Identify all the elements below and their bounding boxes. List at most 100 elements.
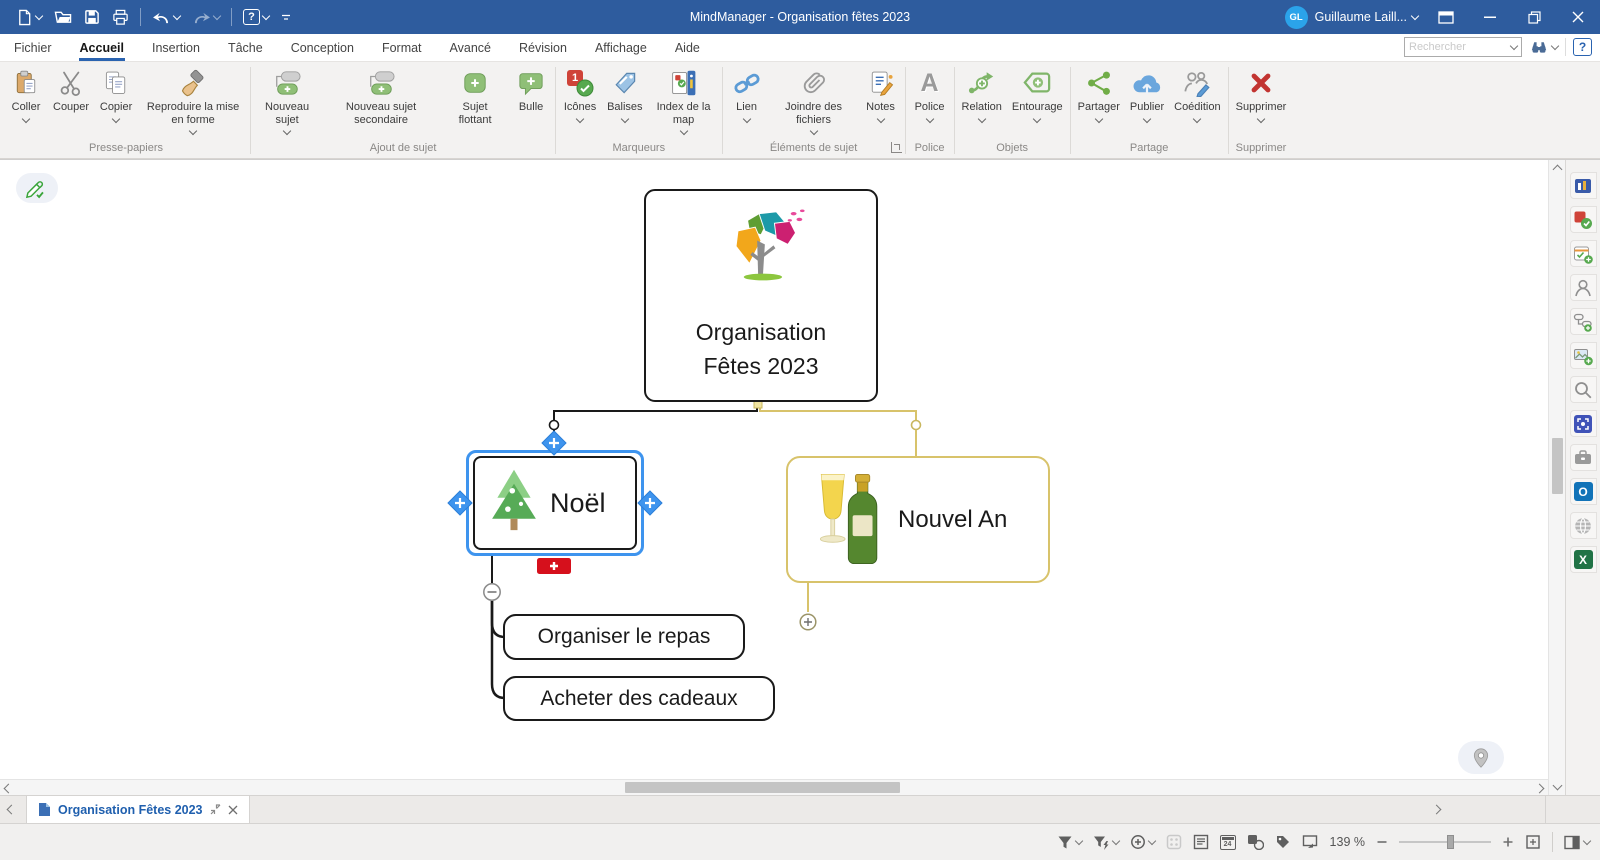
help-button-ribbon[interactable]: ? [1573,38,1592,56]
chevron-down-icon[interactable] [1510,42,1518,50]
sidebar-icon-markers-button[interactable] [1570,206,1597,233]
ribbon-display-button[interactable] [1424,0,1468,34]
partager-button[interactable]: Partager [1073,63,1125,122]
balance-map-button[interactable] [1166,834,1182,850]
minimize-button[interactable] [1468,0,1512,34]
publier-button[interactable]: Publier [1125,63,1169,122]
balises-button[interactable]: Balises [602,63,647,122]
coller-button[interactable]: Coller [4,63,48,122]
tab-accueil[interactable]: Accueil [66,34,138,61]
scroll-down-arrow[interactable] [1553,781,1563,791]
tab-format[interactable]: Format [368,34,436,61]
tab-affichage[interactable]: Affichage [581,34,661,61]
new-document-button[interactable] [10,4,48,30]
sidebar-outlook-button[interactable]: O [1570,478,1597,505]
horizontal-scrollbar[interactable] [0,779,1548,795]
police-button[interactable]: A Police [908,63,952,122]
find-button[interactable] [1529,39,1558,55]
tab-conception[interactable]: Conception [277,34,368,61]
tab-tache[interactable]: Tâche [214,34,277,61]
tab-aide[interactable]: Aide [661,34,714,61]
icons-view-button[interactable] [1247,834,1264,850]
map-position-button[interactable] [1458,741,1504,774]
close-button[interactable] [1556,0,1600,34]
add-topic-handle-top[interactable] [541,430,567,456]
tab-fichier[interactable]: Fichier [0,34,66,61]
entourage-button[interactable]: Entourage [1007,63,1068,122]
zoom-slider[interactable] [1399,841,1491,843]
subtopic-acheter-des-cadeaux[interactable]: Acheter des cadeaux [503,676,775,721]
open-button[interactable] [48,4,78,30]
sidebar-task-info-button[interactable] [1570,240,1597,267]
redo-button[interactable] [186,4,226,30]
close-tab-icon[interactable] [228,805,238,815]
scroll-up-arrow[interactable] [1553,165,1563,175]
zoom-out-button[interactable] [1376,836,1388,848]
sidebar-map-index-button[interactable] [1570,172,1597,199]
couper-button[interactable]: Couper [48,63,94,114]
sujet-flottant-button[interactable]: Sujet flottant [441,63,509,126]
account-menu[interactable]: GL Guillaume Laill... [1279,6,1424,29]
joindre-des-fichiers-button[interactable]: Joindre des fichiers [769,63,859,134]
add-topic-handle-right[interactable] [637,490,663,516]
vertical-scrollbar[interactable] [1548,160,1565,795]
slides-view-button[interactable] [1302,834,1319,850]
scroll-right-arrow[interactable] [1535,784,1545,794]
filter-button[interactable] [1057,835,1082,850]
customize-toolbar-button[interactable] [275,4,297,30]
tags-view-button[interactable] [1275,834,1291,850]
sidebar-snapshot-button[interactable] [1570,410,1597,437]
tab-insertion[interactable]: Insertion [138,34,214,61]
save-button[interactable] [78,4,106,30]
tab-revision[interactable]: Révision [505,34,581,61]
add-subtopic-button[interactable] [537,558,571,574]
edit-mode-indicator[interactable] [16,173,58,203]
vertical-scroll-thumb[interactable] [1552,438,1563,494]
search-input[interactable] [1409,41,1511,53]
add-view-button[interactable] [1130,834,1155,850]
sidebar-map-parts-button[interactable] [1570,308,1597,335]
notes-button[interactable]: Notes [859,63,903,122]
bulle-button[interactable]: Bulle [509,63,553,114]
power-filter-button[interactable] [1093,835,1119,850]
restore-tab-icon[interactable] [210,804,221,815]
schedule-view-button[interactable]: 24 [1220,835,1236,850]
panel-layout-button[interactable] [1564,835,1590,850]
outline-view-button[interactable] [1193,834,1209,850]
sidebar-file-management-button[interactable] [1570,444,1597,471]
nouveau-sujet-secondaire-button[interactable]: Nouveau sujet secondaire [321,63,441,126]
dialog-launcher-icon[interactable] [891,142,902,153]
icones-button[interactable]: 1 Icônes [558,63,602,122]
central-topic[interactable]: Organisation Fêtes 2023 [644,189,878,402]
help-button[interactable]: ? [237,4,275,30]
tab-scroll-left-arrow[interactable] [7,805,17,815]
reproduire-mise-en-forme-button[interactable]: Reproduire la mise en forme [138,63,248,134]
subtopic-organiser-le-repas[interactable]: Organiser le repas [503,614,745,660]
restore-button[interactable] [1512,0,1556,34]
scroll-left-arrow[interactable] [4,784,14,794]
topic-noel[interactable]: Noël [473,456,637,550]
tab-scroll-right-arrow[interactable] [1432,805,1442,815]
copier-button[interactable]: Copier [94,63,138,122]
zoom-in-button[interactable] [1502,836,1514,848]
lien-button[interactable]: Lien [725,63,769,122]
sidebar-web-button[interactable] [1570,512,1597,539]
topic-nouvel-an[interactable]: Nouvel An [786,456,1050,583]
horizontal-scroll-thumb[interactable] [625,782,900,793]
zoom-slider-thumb[interactable] [1447,835,1454,849]
sidebar-search-button[interactable] [1570,376,1597,403]
print-button[interactable] [106,4,135,30]
index-de-la-map-button[interactable]: Index de la map [648,63,720,134]
tab-avance[interactable]: Avancé [436,34,505,61]
nouveau-sujet-button[interactable]: Nouveau sujet [253,63,321,134]
expand-branch-button[interactable] [798,612,818,632]
coedition-button[interactable]: Coédition [1169,63,1225,122]
sidebar-excel-button[interactable]: X [1570,546,1597,573]
map-canvas[interactable]: Organisation Fêtes 2023 Noël [0,160,1548,795]
document-tab[interactable]: Organisation Fêtes 2023 [26,796,250,823]
sidebar-image-gallery-button[interactable] [1570,342,1597,369]
relation-button[interactable]: Relation [957,63,1007,122]
undo-button[interactable] [146,4,186,30]
add-topic-handle-left[interactable] [447,490,473,516]
sidebar-resources-button[interactable] [1570,274,1597,301]
